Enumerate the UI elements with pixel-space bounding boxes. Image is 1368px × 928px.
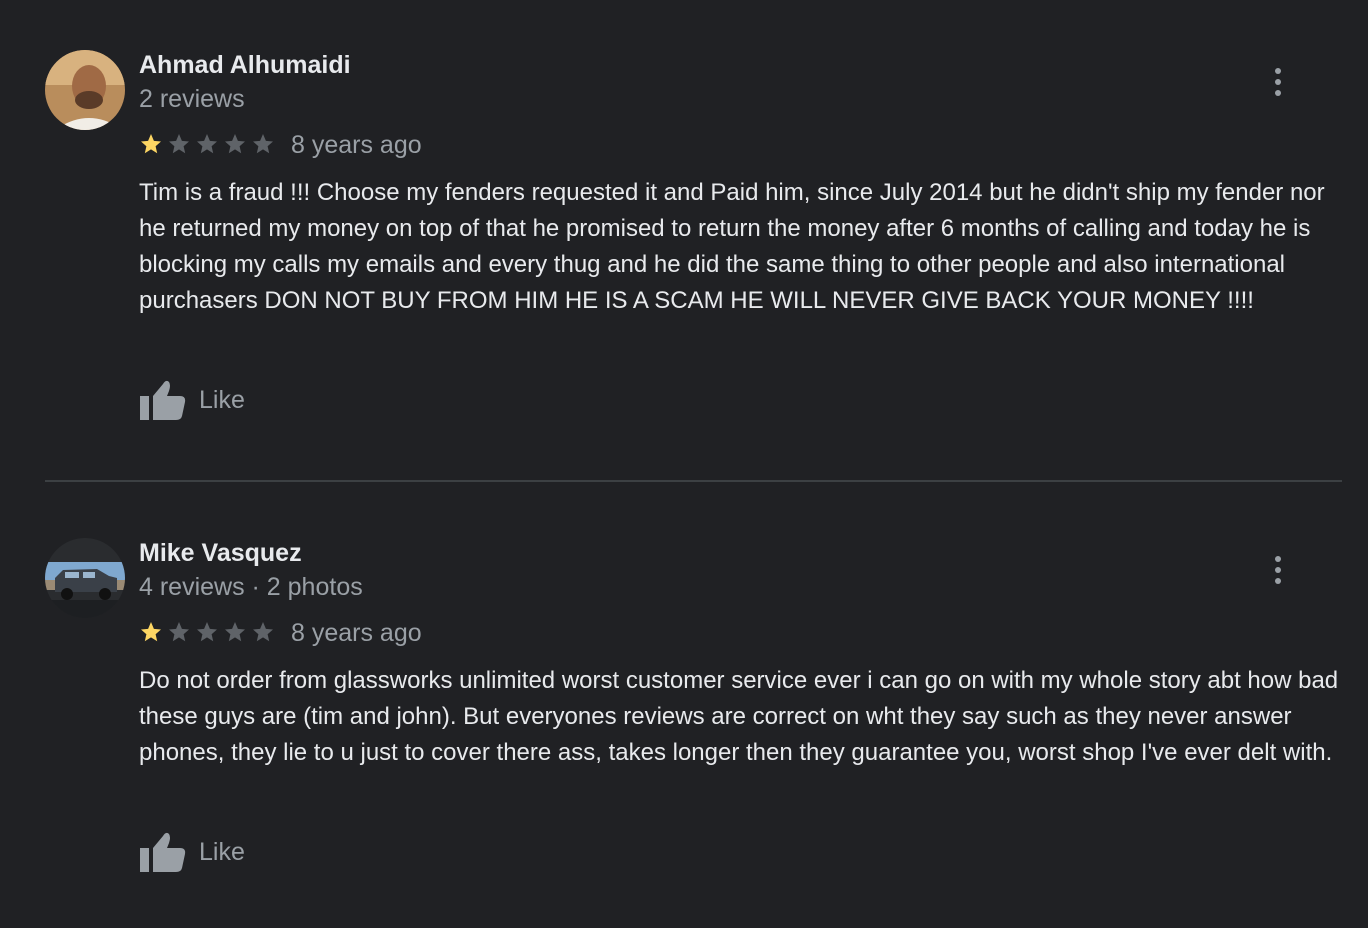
like-button[interactable]: Like — [139, 378, 245, 422]
star-empty-icon — [253, 622, 273, 642]
more-options-button[interactable] — [1263, 550, 1293, 590]
review-card: Ahmad Alhumaidi 2 reviews 8 years ago Ti… — [0, 0, 1368, 480]
review-text: Tim is a fraud !!! Choose my fenders req… — [139, 179, 1325, 314]
star-rating — [139, 132, 275, 156]
star-empty-icon — [225, 134, 245, 154]
like-button[interactable]: Like — [139, 830, 245, 874]
more-vert-icon — [1275, 68, 1281, 74]
author-name[interactable]: Ahmad Alhumaidi — [139, 50, 351, 80]
author-meta[interactable]: 4 reviews · 2 photos — [139, 572, 363, 602]
thumbs-up-icon — [140, 832, 186, 872]
like-label: Like — [199, 386, 245, 414]
star-rating — [139, 620, 275, 644]
avatar[interactable] — [45, 50, 125, 130]
star-filled-icon — [141, 622, 161, 642]
thumbs-up-icon — [140, 380, 186, 420]
author-name[interactable]: Mike Vasquez — [139, 538, 302, 568]
star-empty-icon — [225, 622, 245, 642]
star-empty-icon — [253, 134, 273, 154]
star-empty-icon — [169, 134, 189, 154]
star-empty-icon — [197, 134, 217, 154]
author-meta[interactable]: 2 reviews — [139, 84, 245, 114]
avatar[interactable] — [45, 538, 125, 618]
review-card: Mike Vasquez 4 reviews · 2 photos 8 year… — [0, 482, 1368, 928]
more-vert-icon — [1275, 556, 1281, 562]
more-options-button[interactable] — [1263, 62, 1293, 102]
star-empty-icon — [169, 622, 189, 642]
review-time: 8 years ago — [291, 619, 422, 647]
review-text: Do not order from glassworks unlimited w… — [139, 667, 1339, 766]
star-empty-icon — [197, 622, 217, 642]
like-label: Like — [199, 838, 245, 866]
review-time: 8 years ago — [291, 131, 422, 159]
star-filled-icon — [141, 134, 161, 154]
